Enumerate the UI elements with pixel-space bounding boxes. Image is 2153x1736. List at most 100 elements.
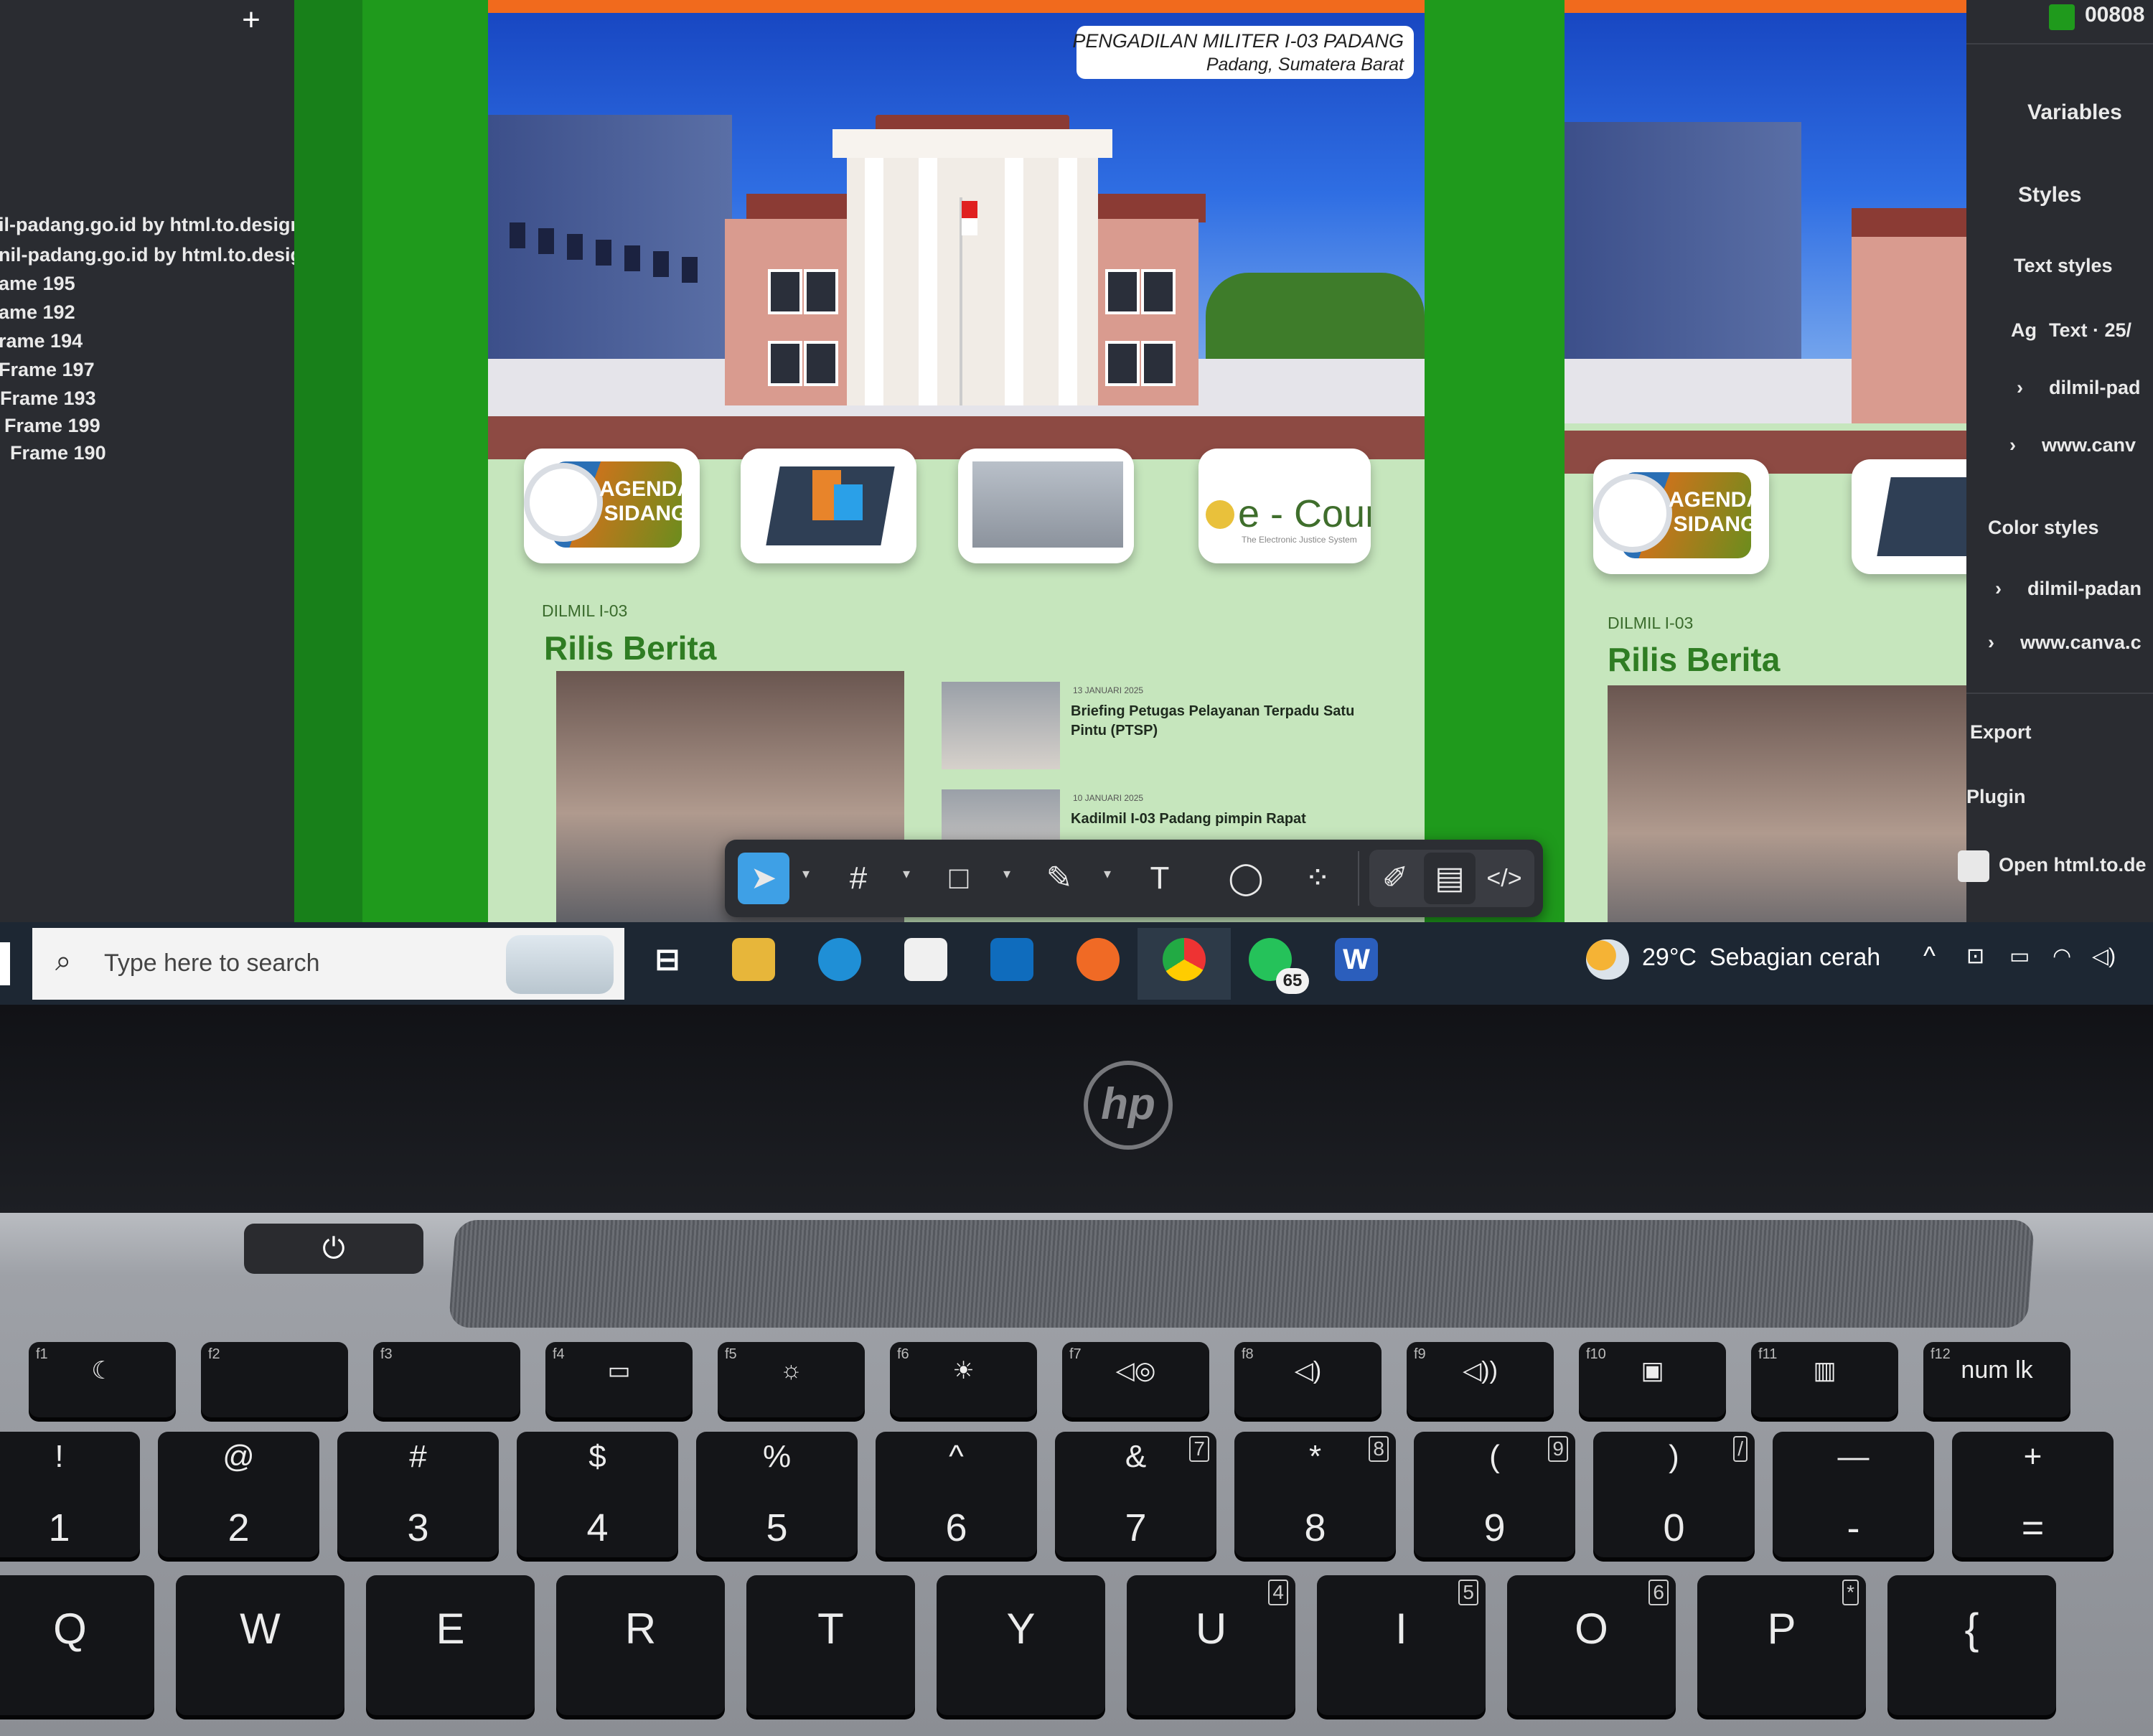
firefox-icon[interactable] bbox=[1076, 938, 1120, 981]
text-style-child[interactable]: dilmil-pad bbox=[2049, 377, 2141, 399]
comment-tool-icon[interactable]: ◯ bbox=[1220, 853, 1272, 904]
key-f3[interactable]: f3 bbox=[373, 1342, 520, 1417]
key-R[interactable]: R bbox=[556, 1575, 725, 1715]
key-f6[interactable]: f6 ☀ bbox=[890, 1342, 1037, 1417]
key-T[interactable]: T bbox=[746, 1575, 915, 1715]
battery-icon[interactable]: ▭ bbox=[2009, 944, 2030, 969]
news-title[interactable]: Briefing Petugas Pelayanan Terpadu Satu … bbox=[1071, 702, 1372, 741]
website-frame-primary[interactable]: PENGADILAN MILITER I-03 PADANG Padang, S… bbox=[488, 0, 1425, 933]
edge-icon[interactable] bbox=[818, 938, 861, 981]
actions-tool-icon[interactable]: ⁘ bbox=[1292, 853, 1343, 904]
news-title[interactable]: Kadilmil I-03 Padang pimpin Rapat bbox=[1071, 810, 1372, 829]
variables-section[interactable]: Variables bbox=[2027, 100, 2122, 125]
pen-tool-icon[interactable]: ✎ bbox=[1033, 853, 1085, 904]
power-button[interactable]: ⏻ bbox=[244, 1224, 423, 1274]
move-tool-icon[interactable]: ➤ bbox=[738, 853, 789, 904]
ecourt-card[interactable]: e - Court The Electronic Justice System bbox=[1199, 449, 1371, 563]
store-icon[interactable] bbox=[904, 938, 947, 981]
key-f10[interactable]: f10 ▣ bbox=[1579, 1342, 1726, 1417]
layer-item[interactable]: nil-padang.go.id by html.to.design bbox=[0, 244, 314, 266]
layer-item[interactable]: rame 194 bbox=[0, 330, 83, 352]
news-thumbnail[interactable] bbox=[942, 682, 1060, 769]
color-style-child[interactable]: dilmil-padan bbox=[2027, 578, 2142, 600]
agenda-sidang-card[interactable]: AGENDA SIDANG bbox=[1593, 459, 1769, 574]
key-8[interactable]: * 8 8 bbox=[1234, 1432, 1396, 1557]
key-4[interactable]: $4 bbox=[517, 1432, 678, 1557]
wifi-icon[interactable]: ◠ bbox=[2053, 944, 2071, 969]
chevron-right-icon[interactable]: › bbox=[2017, 377, 2023, 399]
file-explorer-icon[interactable] bbox=[732, 938, 775, 981]
key-f4[interactable]: f4 ▭ bbox=[545, 1342, 693, 1417]
meet-now-icon[interactable]: ⊡ bbox=[1966, 944, 1984, 969]
weather-temperature[interactable]: 29°C bbox=[1642, 944, 1697, 972]
key-U[interactable]: U4 bbox=[1127, 1575, 1295, 1715]
featured-news-photo[interactable] bbox=[1608, 685, 1995, 954]
chevron-down-icon[interactable]: ▾ bbox=[1003, 865, 1010, 883]
dev-mode-icon[interactable]: </> bbox=[1478, 853, 1530, 904]
layer-item[interactable]: Frame 199 bbox=[4, 415, 100, 437]
key-f9[interactable]: f9 ◁)) bbox=[1407, 1342, 1554, 1417]
key-3[interactable]: #3 bbox=[337, 1432, 499, 1557]
plugin-section[interactable]: Plugin bbox=[1966, 786, 2026, 808]
add-page-button[interactable]: + bbox=[237, 4, 266, 36]
taskbar-search-box[interactable]: ⌕ Type here to search bbox=[32, 928, 624, 1000]
fill-hex-value[interactable]: 00808 bbox=[2085, 3, 2144, 27]
plugin-item[interactable]: Open html.to.de bbox=[1999, 854, 2147, 876]
key-W[interactable]: W bbox=[176, 1575, 344, 1715]
key--[interactable]: — - bbox=[1773, 1432, 1934, 1557]
key-1[interactable]: ! 1 bbox=[0, 1432, 140, 1557]
key-f1[interactable]: f1 ☾ bbox=[29, 1342, 176, 1417]
start-button[interactable] bbox=[0, 942, 10, 985]
draw-mode-icon[interactable]: ✐ bbox=[1369, 853, 1421, 904]
frame-tool-icon[interactable]: # bbox=[832, 853, 884, 904]
key-f7[interactable]: f7 ◁◎ bbox=[1062, 1342, 1209, 1417]
task-view-icon[interactable]: ⊟ bbox=[646, 938, 689, 981]
volume-icon[interactable]: ◁) bbox=[2092, 944, 2116, 969]
chrome-icon[interactable] bbox=[1163, 938, 1206, 981]
key-f8[interactable]: f8 ◁) bbox=[1234, 1342, 1382, 1417]
layer-item[interactable]: Frame 197 bbox=[0, 359, 95, 381]
key-I[interactable]: I5 bbox=[1317, 1575, 1486, 1715]
layer-item[interactable]: Frame 190 bbox=[10, 442, 106, 464]
styles-section[interactable]: Styles bbox=[2018, 183, 2081, 207]
key-0[interactable]: ) 0 / bbox=[1593, 1432, 1755, 1557]
word-icon[interactable]: W bbox=[1335, 938, 1378, 981]
key-f2[interactable]: f2 bbox=[201, 1342, 348, 1417]
chevron-down-icon[interactable]: ▾ bbox=[903, 865, 910, 883]
design-mode-icon[interactable]: ▤ bbox=[1424, 853, 1476, 904]
key-7[interactable]: & 7 7 bbox=[1055, 1432, 1216, 1557]
text-tool-icon[interactable]: T bbox=[1134, 853, 1186, 904]
layer-item[interactable]: ame 195 bbox=[0, 273, 75, 295]
courtroom-card[interactable] bbox=[958, 449, 1134, 563]
key-9[interactable]: (9 9 bbox=[1414, 1432, 1575, 1557]
fill-color-swatch[interactable] bbox=[2049, 4, 2075, 30]
text-style-item[interactable]: Text · 25/ bbox=[2049, 319, 2131, 342]
key-6[interactable]: ^ 6 bbox=[876, 1432, 1037, 1557]
rectangle-tool-icon[interactable]: □ bbox=[933, 853, 985, 904]
layer-item[interactable]: Frame 193 bbox=[0, 388, 96, 410]
website-frame-secondary[interactable]: AGENDA SIDANG DILMIL I-03 Rilis Berita bbox=[1565, 0, 2002, 954]
agenda-sidang-card[interactable]: AGENDA SIDANG bbox=[524, 449, 700, 563]
key-{[interactable]: { bbox=[1887, 1575, 2056, 1715]
key-f12[interactable]: f12 num lk bbox=[1923, 1342, 2070, 1417]
key-P[interactable]: P * bbox=[1697, 1575, 1866, 1715]
key-O[interactable]: O6 bbox=[1507, 1575, 1676, 1715]
weather-icon[interactable] bbox=[1586, 939, 1629, 980]
key-f5[interactable]: f5 ☼ bbox=[718, 1342, 865, 1417]
key-2[interactable]: @2 bbox=[158, 1432, 319, 1557]
key-Q[interactable]: Q bbox=[0, 1575, 154, 1715]
key-=[interactable]: + = bbox=[1952, 1432, 2114, 1557]
export-section[interactable]: Export bbox=[1970, 721, 2032, 743]
key-f11[interactable]: f11 ▥ bbox=[1751, 1342, 1898, 1417]
text-style-child[interactable]: www.canv bbox=[2042, 434, 2136, 456]
weather-description[interactable]: Sebagian cerah bbox=[1709, 944, 1880, 972]
key-Y[interactable]: Y bbox=[937, 1575, 1105, 1715]
color-style-child[interactable]: www.canva.c bbox=[2020, 632, 2142, 654]
chevron-right-icon[interactable]: › bbox=[1995, 578, 2002, 600]
chevron-down-icon[interactable]: ▾ bbox=[802, 865, 810, 883]
layer-item[interactable]: il-padang.go.id by html.to.design bbox=[0, 214, 302, 236]
outlook-icon[interactable] bbox=[990, 938, 1033, 981]
key-E[interactable]: E bbox=[366, 1575, 535, 1715]
chevron-right-icon[interactable]: › bbox=[1988, 632, 1994, 654]
key-5[interactable]: % 5 bbox=[696, 1432, 858, 1557]
